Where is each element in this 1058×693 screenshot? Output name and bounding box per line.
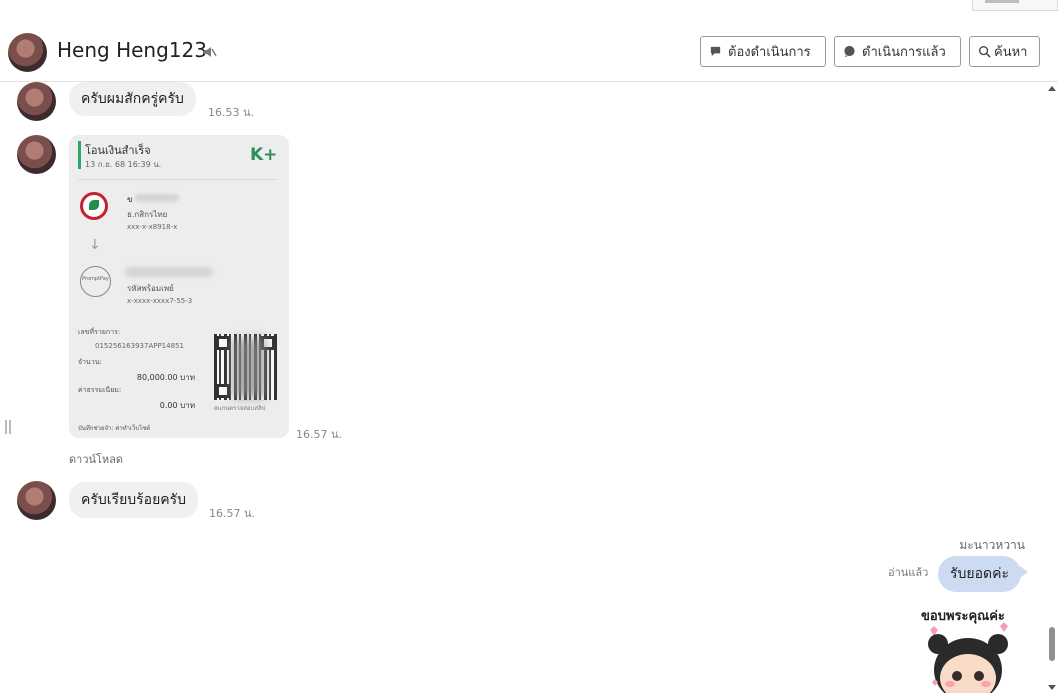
sticker-image[interactable]: ขอบพระคุณค่ะ bbox=[916, 602, 1028, 693]
read-receipt: อ่านแล้ว bbox=[888, 566, 929, 579]
slip-accent-bar bbox=[78, 141, 81, 169]
qr-caption: สแกนตรวจสอบสลิป bbox=[214, 405, 266, 412]
kbank-logo-icon bbox=[80, 192, 108, 220]
resize-handle[interactable] bbox=[5, 420, 12, 434]
slip-content: โอนเงินสำเร็จ 13 ก.ย. 68 16:39 น. K+ ข ธ… bbox=[69, 135, 289, 438]
chat-bubble-icon bbox=[710, 46, 721, 57]
sender-avatar[interactable] bbox=[17, 481, 56, 520]
ref-number: 015256163937APP14851 bbox=[95, 342, 184, 350]
contact-name[interactable]: Heng Heng123 bbox=[57, 38, 207, 62]
message-time: 16.57 น. bbox=[296, 428, 343, 441]
blurred-name bbox=[135, 194, 179, 202]
download-link[interactable]: ดาวน์โหลด bbox=[69, 450, 123, 468]
promptpay-icon: PromptPay bbox=[80, 266, 111, 297]
scroll-up-icon[interactable] bbox=[1048, 86, 1056, 91]
slip-date: 13 ก.ย. 68 16:39 น. bbox=[85, 160, 162, 169]
sender-bank: ธ.กสิกรไทย bbox=[127, 210, 168, 219]
scroll-thumb[interactable] bbox=[1049, 627, 1055, 661]
fee-value: 0.00 บาท bbox=[159, 401, 195, 410]
search-label: ค้นหา bbox=[994, 45, 1028, 60]
sender-initial: ข bbox=[127, 195, 133, 204]
incoming-message: ครับเรียบร้อยครับ bbox=[69, 482, 199, 518]
transfer-slip-image[interactable]: โอนเงินสำเร็จ 13 ก.ย. 68 16:39 น. K+ ข ธ… bbox=[69, 135, 289, 438]
sender-account: xxx-x-x8918-x bbox=[127, 223, 178, 231]
chat-bubble-icon bbox=[844, 45, 855, 58]
chat-area: ครับผมสักครู่ครับ 16.53 น. โอนเงินสำเร็จ… bbox=[0, 82, 1046, 693]
outgoing-sender-name: มะนาวหวาน bbox=[959, 538, 1025, 552]
slip-footer: บันทึกช่วยจำ: ค่าทำเว็บไซต์ bbox=[78, 425, 151, 432]
divider bbox=[78, 179, 278, 180]
slip-title: โอนเงินสำเร็จ bbox=[85, 144, 151, 157]
arrow-down-icon: ↓ bbox=[89, 237, 101, 253]
search-button[interactable]: ค้นหา bbox=[969, 36, 1040, 67]
done-button[interactable]: ดำเนินการแล้ว bbox=[834, 36, 961, 67]
todo-label: ต้องดำเนินการ bbox=[728, 45, 811, 60]
ref-label: เลขที่รายการ: bbox=[78, 328, 121, 336]
kplus-logo: K+ bbox=[250, 145, 278, 165]
girl-sticker-icon bbox=[928, 622, 1008, 693]
incoming-message: ครับผมสักครู่ครับ bbox=[69, 82, 196, 116]
search-icon bbox=[978, 45, 991, 58]
message-time: 16.57 น. bbox=[209, 507, 256, 520]
scroll-down-icon[interactable] bbox=[1048, 685, 1056, 690]
message-time: 16.53 น. bbox=[208, 106, 255, 119]
amount-label: จำนวน: bbox=[78, 358, 102, 366]
todo-button[interactable]: ต้องดำเนินการ bbox=[700, 36, 826, 67]
receiver-label: รหัสพร้อมเพย์ bbox=[127, 284, 174, 293]
sender-avatar[interactable] bbox=[17, 135, 56, 174]
done-label: ดำเนินการแล้ว bbox=[862, 45, 946, 60]
fee-label: ค่าธรรมเนียม: bbox=[78, 386, 122, 394]
chat-header: Heng Heng123 ต้องดำเนินการ ดำเนินการแล้ว… bbox=[0, 24, 1058, 82]
qr-code-icon bbox=[214, 334, 277, 400]
receiver-account: x-xxxx-xxxx7-55-3 bbox=[127, 297, 193, 305]
window-tab[interactable] bbox=[972, 0, 1058, 11]
sender-avatar[interactable] bbox=[17, 82, 56, 121]
outgoing-message: รับยอดค่ะ bbox=[938, 556, 1028, 592]
blurred-name bbox=[125, 267, 213, 277]
top-strip bbox=[0, 0, 1058, 25]
contact-avatar[interactable] bbox=[8, 33, 47, 72]
mute-icon bbox=[204, 47, 217, 57]
amount-value: 80,000.00 บาท bbox=[136, 373, 195, 382]
chat-scrollbar[interactable] bbox=[1046, 82, 1058, 693]
